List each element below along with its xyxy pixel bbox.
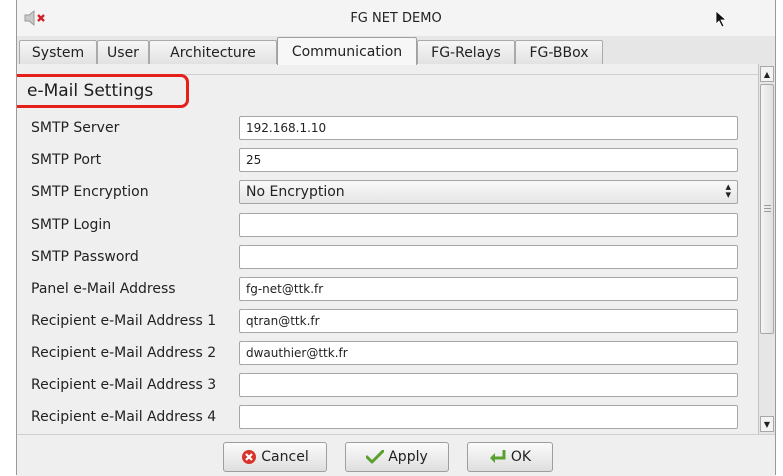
field-label: Recipient e-Mail Address 4 — [31, 409, 217, 425]
recipient-email-1-row: Recipient e-Mail Address 1 qtran@ttk.fr — [17, 309, 757, 335]
cancel-icon — [242, 450, 257, 464]
communication-panel: e-Mail Settings SMTP Server 192.168.1.10… — [17, 64, 775, 434]
smtp-server-row: SMTP Server 192.168.1.10 — [17, 116, 757, 142]
smtp-password-input[interactable] — [239, 245, 738, 269]
field-label: SMTP Server — [31, 120, 120, 136]
recipient-email-4-row: Recipient e-Mail Address 4 — [17, 405, 757, 431]
smtp-encryption-select[interactable]: No Encryption ▴ ▾ — [239, 180, 738, 204]
smtp-login-row: SMTP Login — [17, 213, 757, 239]
mouse-cursor-icon — [715, 10, 728, 28]
enter-arrow-icon — [489, 450, 506, 463]
smtp-encryption-row: SMTP Encryption No Encryption ▴ ▾ — [17, 180, 757, 206]
recipient-email-4-input[interactable] — [239, 405, 738, 429]
app-window: FG NET DEMO System User Architecture Com… — [16, 0, 776, 476]
tab-communication[interactable]: Communication — [277, 37, 417, 65]
smtp-port-input[interactable]: 25 — [239, 148, 738, 172]
title-bar: FG NET DEMO — [17, 0, 775, 37]
cancel-label: Cancel — [261, 449, 309, 465]
grip-line — [764, 211, 771, 212]
smtp-login-input[interactable] — [239, 213, 738, 237]
tab-fg-relays[interactable]: FG-Relays — [417, 40, 515, 64]
recipient-email-3-input[interactable] — [239, 373, 738, 397]
scroll-thumb[interactable] — [760, 84, 774, 334]
scroll-down-arrow-icon[interactable]: ▼ — [760, 416, 774, 432]
scroll-up-arrow-icon[interactable]: ▲ — [760, 66, 774, 82]
window-title: FG NET DEMO — [350, 11, 442, 26]
field-label: SMTP Encryption — [31, 184, 149, 200]
recipient-email-2-input[interactable]: dwauthier@ttk.fr — [239, 341, 738, 365]
field-label: SMTP Password — [31, 249, 139, 265]
smtp-port-row: SMTP Port 25 — [17, 148, 757, 174]
smtp-password-row: SMTP Password — [17, 245, 757, 271]
ok-label: OK — [510, 449, 532, 465]
recipient-email-2-row: Recipient e-Mail Address 2 dwauthier@ttk… — [17, 341, 757, 367]
select-arrows-icon: ▴ ▾ — [725, 180, 731, 201]
apply-label: Apply — [388, 449, 428, 465]
smtp-server-input[interactable]: 192.168.1.10 — [239, 116, 738, 140]
panel-email-input[interactable]: fg-net@ttk.fr — [239, 277, 738, 301]
grip-line — [764, 208, 771, 209]
vertical-scrollbar[interactable]: ▲ ▼ — [758, 64, 775, 434]
grip-line — [764, 205, 771, 206]
cancel-button[interactable]: Cancel — [223, 442, 327, 472]
tab-bar: System User Architecture Communication F… — [17, 36, 775, 65]
panel-email-row: Panel e-Mail Address fg-net@ttk.fr — [17, 277, 757, 303]
selected-value: No Encryption — [246, 184, 345, 200]
checkmark-icon — [366, 450, 385, 464]
recipient-email-1-input[interactable]: qtran@ttk.fr — [239, 309, 738, 333]
ok-button[interactable]: OK — [467, 442, 553, 472]
field-label: Recipient e-Mail Address 2 — [31, 345, 217, 361]
field-label: SMTP Login — [31, 217, 112, 233]
tab-fg-bbox[interactable]: FG-BBox — [515, 40, 603, 64]
field-label: Recipient e-Mail Address 3 — [31, 377, 217, 393]
field-label: Recipient e-Mail Address 1 — [31, 313, 217, 329]
tab-system[interactable]: System — [19, 40, 97, 64]
dialog-button-bar: Cancel Apply OK — [17, 434, 775, 476]
field-label: SMTP Port — [31, 152, 102, 168]
section-title: e-Mail Settings — [27, 81, 154, 101]
apply-button[interactable]: Apply — [345, 442, 449, 472]
recipient-email-3-row: Recipient e-Mail Address 3 — [17, 373, 757, 399]
field-label: Panel e-Mail Address — [31, 281, 176, 297]
tab-user[interactable]: User — [97, 40, 149, 64]
tab-architecture[interactable]: Architecture — [149, 40, 277, 64]
